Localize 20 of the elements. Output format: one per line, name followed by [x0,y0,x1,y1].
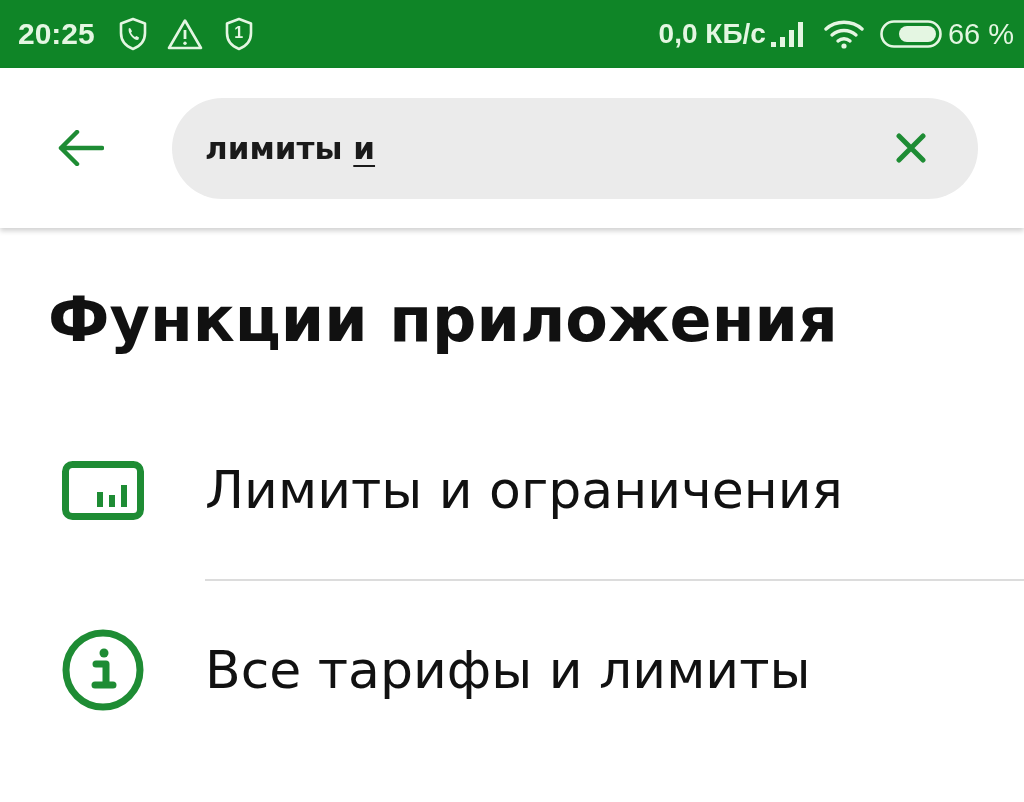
status-time: 20:25 [18,16,95,52]
shield-icon [224,17,253,51]
menu-item-label[interactable]: Все тарифы и лимиты [205,640,811,700]
wifi-icon [823,19,864,49]
chart-card-icon [62,460,144,520]
shield-number: 1 [234,25,244,41]
info-icon [62,629,144,711]
search-query[interactable]: лимиты и [205,130,896,166]
back-button[interactable] [57,130,104,166]
section-heading: Функции приложения [48,284,838,356]
menu-item-label[interactable]: Лимиты и ограничения [205,460,843,520]
network-speed: 0,0 КБ/с [658,17,766,51]
back-arrow-icon [57,130,104,166]
battery-percent: 66 % [947,17,1014,52]
warning-icon [166,18,203,50]
close-icon [896,133,926,163]
battery-icon [879,20,942,48]
shield-phone-icon [118,17,147,51]
search-field[interactable]: лимиты и [172,97,978,199]
clear-button[interactable] [896,133,926,163]
